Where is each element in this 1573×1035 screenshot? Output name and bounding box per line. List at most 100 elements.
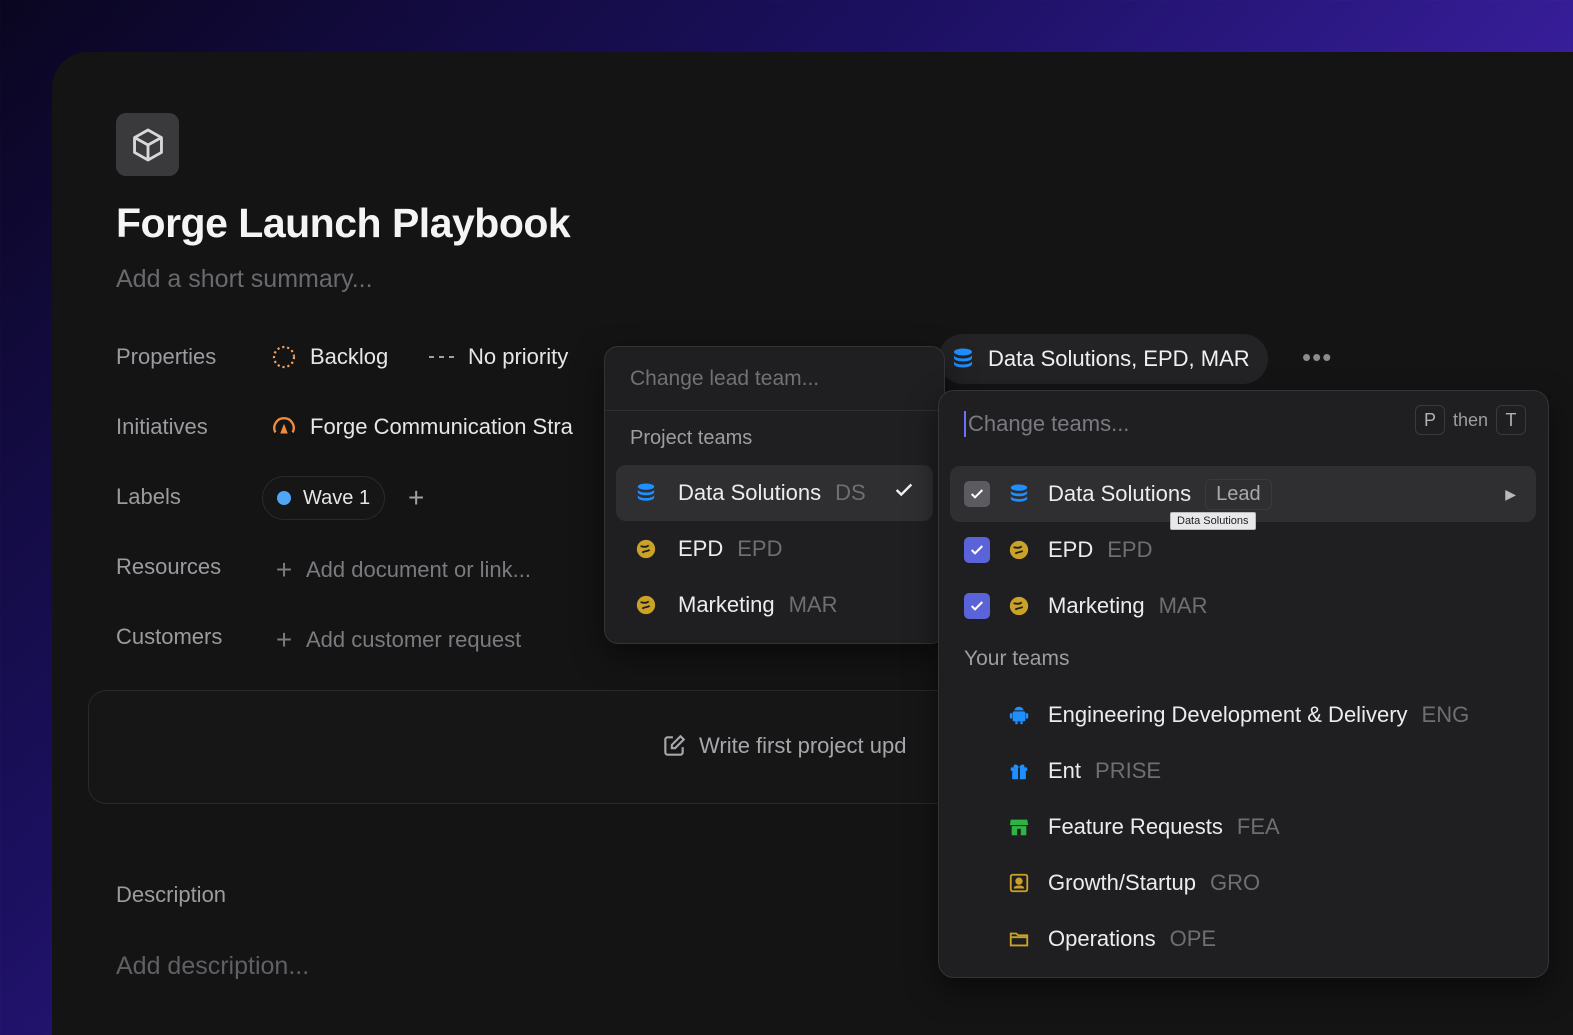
project-title[interactable]: Forge Launch Playbook	[116, 200, 571, 247]
project-teams-heading: Project teams	[630, 427, 753, 449]
lead-option-marketing[interactable]: Marketing MAR	[616, 577, 933, 633]
team-option-name: Engineering Development & Delivery	[1048, 702, 1408, 727]
robot-icon	[1006, 704, 1032, 726]
shortcut-then: then	[1452, 409, 1488, 430]
team-checkbox[interactable]	[964, 702, 990, 728]
lead-option-code: DS	[835, 480, 866, 505]
summary-input[interactable]: Add a short summary...	[116, 265, 373, 294]
teams-popover: Change teams... P then T Data Solutions …	[938, 390, 1549, 978]
planet-icon	[634, 538, 658, 560]
lead-team-search-input[interactable]: Change lead team...	[605, 347, 944, 411]
teams-search-placeholder: Change teams...	[968, 411, 1130, 436]
lead-option-name: EPD	[678, 536, 724, 561]
team-option-epd[interactable]: EPD EPD	[950, 522, 1536, 578]
team-option-name: Feature Requests	[1048, 814, 1223, 839]
team-option-feature-requests[interactable]: Feature Requests FEA	[950, 799, 1536, 855]
write-update-text: Write first project upd	[699, 733, 907, 758]
label-color-dot	[277, 491, 291, 505]
text-caret	[964, 411, 966, 437]
gift-icon	[1006, 760, 1032, 782]
team-option-name: Data Solutions	[1048, 481, 1192, 506]
planet-icon	[634, 594, 658, 616]
team-checkbox[interactable]	[964, 481, 990, 507]
planet-icon	[1006, 595, 1032, 617]
initiatives-label: Initiatives	[116, 414, 208, 439]
lead-option-name: Marketing	[678, 592, 775, 617]
team-option-name: Growth/Startup	[1048, 870, 1196, 895]
team-option-name: Marketing	[1048, 593, 1145, 618]
labels-label: Labels	[116, 484, 181, 509]
team-option-marketing[interactable]: Marketing MAR	[950, 578, 1536, 634]
description-label: Description	[116, 882, 227, 907]
team-option-code: PRISE	[1095, 758, 1162, 783]
team-option-code: ENG	[1421, 702, 1470, 727]
keyboard-shortcut: P then T	[1414, 405, 1526, 435]
write-update-button[interactable]: Write first project upd	[661, 733, 906, 759]
initiative-label: Forge Communication Stra	[310, 414, 573, 439]
team-option-code: GRO	[1209, 870, 1261, 895]
team-checkbox[interactable]	[964, 926, 990, 952]
team-option-code: OPE	[1169, 926, 1217, 951]
backlog-status-icon	[270, 345, 298, 369]
shortcut-key-t: T	[1496, 405, 1526, 435]
team-option-name: EPD	[1048, 537, 1094, 562]
team-checkbox[interactable]	[964, 870, 990, 896]
label-chip-wave-1[interactable]: Wave 1	[262, 476, 386, 520]
database-icon	[1006, 483, 1032, 505]
label-chip-text: Wave 1	[303, 486, 371, 509]
no-priority-icon	[428, 353, 456, 361]
folder-icon	[1006, 928, 1032, 950]
team-checkbox[interactable]	[964, 814, 990, 840]
add-label-plus-icon[interactable]: +	[408, 482, 424, 514]
team-option-engineering[interactable]: Engineering Development & Delivery ENG	[950, 687, 1536, 743]
lead-option-epd[interactable]: EPD EPD	[616, 521, 933, 577]
add-resource-text: Add document or link...	[306, 557, 532, 582]
team-option-code: MAR	[1158, 593, 1208, 618]
team-option-growth[interactable]: Growth/Startup GRO	[950, 855, 1536, 911]
priority-button[interactable]: No priority	[428, 344, 568, 370]
initiative-button[interactable]: Forge Communication Stra	[270, 414, 573, 440]
initiative-icon	[270, 414, 298, 440]
plus-icon: +	[275, 554, 293, 585]
status-label: Backlog	[310, 344, 389, 369]
lead-team-popover: Change lead team... Project teams Data S…	[604, 346, 945, 644]
teams-chip-text: Data Solutions, EPD, MAR	[988, 346, 1250, 371]
team-option-operations[interactable]: Operations OPE	[950, 911, 1536, 967]
lead-option-code: MAR	[788, 592, 838, 617]
team-option-name: Operations	[1048, 926, 1156, 951]
team-option-code: EPD	[1107, 537, 1153, 562]
resources-label: Resources	[116, 554, 222, 579]
lead-option-code: EPD	[737, 536, 783, 561]
database-icon	[634, 482, 658, 504]
team-option-ent[interactable]: Ent PRISE	[950, 743, 1536, 799]
plus-icon: +	[275, 624, 293, 655]
team-checkbox[interactable]	[964, 758, 990, 784]
id-card-icon	[1006, 872, 1032, 894]
shortcut-key-p: P	[1414, 405, 1445, 435]
team-checkbox[interactable]	[964, 593, 990, 619]
description-input[interactable]: Add description...	[116, 952, 309, 981]
properties-label: Properties	[116, 344, 217, 369]
project-cube-icon[interactable]	[116, 113, 179, 176]
planet-icon	[1006, 539, 1032, 561]
lead-badge: Lead	[1205, 478, 1272, 510]
team-option-code: FEA	[1236, 814, 1280, 839]
priority-label: No priority	[468, 344, 569, 369]
storefront-icon	[1006, 816, 1032, 838]
customers-label: Customers	[116, 624, 223, 649]
submenu-arrow-icon[interactable]: ▶	[1505, 486, 1516, 503]
edit-icon	[661, 733, 687, 759]
add-customer-request-button[interactable]: + Add customer request	[274, 624, 521, 656]
checkmark-icon	[893, 479, 915, 507]
database-icon	[952, 347, 974, 371]
add-resource-button[interactable]: + Add document or link...	[274, 554, 531, 586]
team-option-name: Ent	[1048, 758, 1082, 783]
status-button[interactable]: Backlog	[270, 344, 388, 370]
team-checkbox[interactable]	[964, 537, 990, 563]
lead-option-name: Data Solutions	[678, 480, 822, 505]
more-options-icon[interactable]: •••	[1302, 342, 1332, 373]
lead-option-data-solutions[interactable]: Data Solutions DS	[616, 465, 933, 521]
teams-chip-button[interactable]: Data Solutions, EPD, MAR	[938, 334, 1268, 384]
add-customer-text: Add customer request	[306, 627, 522, 652]
your-teams-heading: Your teams	[964, 647, 1070, 670]
